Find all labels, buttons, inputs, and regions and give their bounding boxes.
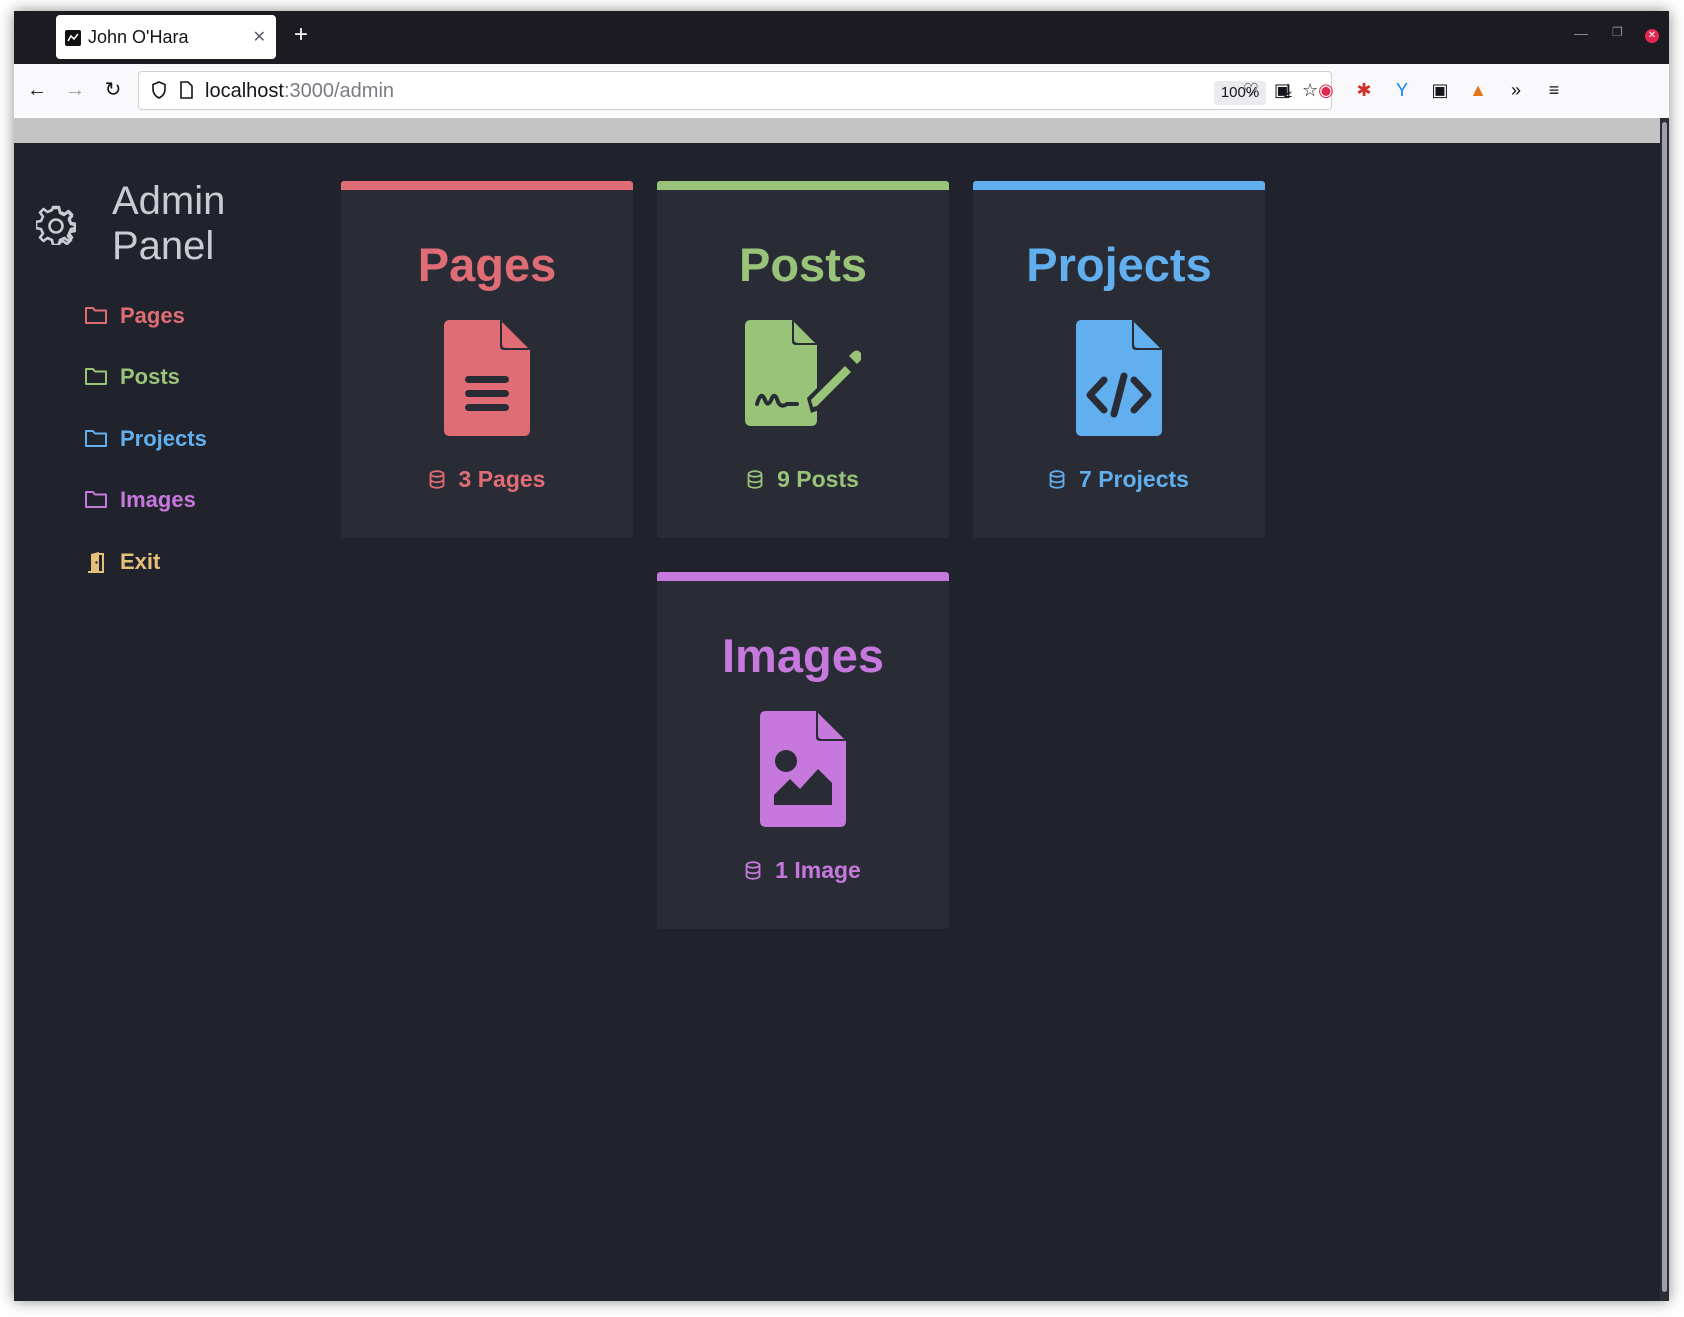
card-accent-bar [657, 181, 949, 190]
brand-line-1: Admin [112, 179, 226, 223]
card-images[interactable]: Images 1 Image [657, 572, 949, 929]
tab-close-icon[interactable]: ✕ [253, 27, 266, 47]
sidebar-item-label: Projects [120, 426, 207, 451]
file-code-icon [1076, 320, 1162, 436]
screenshot-extension-icon[interactable]: ◉ [1314, 78, 1338, 102]
folder-icon [85, 368, 107, 385]
folder-icon [85, 307, 107, 324]
metamask-fox-icon[interactable]: ▲ [1466, 78, 1490, 102]
file-lines-icon [444, 320, 530, 436]
reload-icon[interactable]: ↻ [100, 77, 126, 103]
card-count: 1 Image [657, 857, 949, 884]
folder-icon [85, 491, 107, 508]
new-tab-icon[interactable]: + [294, 23, 308, 47]
extension-blue-icon[interactable]: Y [1390, 78, 1414, 102]
sidebar-item-label: Posts [120, 364, 180, 389]
card-count-label: 9 Posts [777, 466, 859, 492]
card-count-label: 3 Pages [458, 466, 546, 492]
brand-title: Admin Panel [112, 179, 225, 269]
scrollbar[interactable] [1660, 118, 1669, 1301]
pocket-icon[interactable]: ♡ [1239, 78, 1263, 102]
restore-icon[interactable]: ❐ [1612, 25, 1623, 39]
minimize-icon[interactable]: — [1574, 25, 1588, 41]
sidebar-item-label: Exit [120, 549, 161, 574]
card-count-label: 7 Projects [1079, 466, 1189, 492]
card-title: Posts [739, 238, 867, 291]
window-close-icon[interactable]: ✕ [1645, 29, 1659, 43]
sidebar-item-label: Pages [120, 303, 185, 328]
file-signature-icon [745, 320, 861, 426]
card-accent-bar [973, 181, 1265, 190]
card-count-label: 1 Image [775, 857, 861, 883]
browser-tab[interactable]: John O'Hara ✕ [56, 15, 276, 59]
tab-bar: John O'Hara ✕ + — ❐ ✕ [14, 11, 1669, 64]
scroll-thumb[interactable] [1662, 122, 1667, 1292]
card-count: 9 Posts [657, 466, 949, 493]
page-icon [180, 81, 193, 99]
back-icon[interactable]: ← [24, 77, 50, 103]
card-count: 3 Pages [341, 466, 633, 493]
extension-red-icon[interactable]: ✱ [1352, 78, 1376, 102]
navigation-bar: ← → ↻ localhost:3000/admin 100% ▣ ☆ ♡ ⤓ … [14, 64, 1669, 118]
card-title: Images [722, 629, 884, 682]
database-icon [745, 861, 761, 880]
card-title: Pages [417, 238, 557, 291]
address-bar[interactable]: localhost:3000/admin 100% ▣ ☆ [138, 71, 1332, 110]
folder-icon [85, 430, 107, 447]
browser-window: John O'Hara ✕ + — ❐ ✕ ← → ↻ localhost:30… [14, 11, 1669, 1301]
card-accent-bar [341, 181, 633, 190]
database-icon [1049, 470, 1065, 489]
door-exit-icon [88, 552, 104, 573]
favicon-icon [65, 30, 81, 46]
card-posts[interactable]: Posts 9 Posts [657, 181, 949, 538]
card-pages[interactable]: Pages 3 Pages [341, 181, 633, 538]
file-image-icon [760, 711, 846, 827]
database-icon [429, 470, 444, 489]
overflow-chevron-icon[interactable]: » [1504, 78, 1528, 102]
forward-icon[interactable]: → [62, 77, 88, 103]
card-projects[interactable]: Projects 7 Projects [973, 181, 1265, 538]
card-count: 7 Projects [973, 466, 1265, 493]
download-icon[interactable]: ⤓ [1276, 78, 1300, 102]
page-top-strip [14, 118, 1669, 143]
shield-icon [152, 81, 166, 99]
extension-monitor-icon[interactable]: ▣ [1428, 78, 1452, 102]
menu-icon[interactable]: ≡ [1542, 78, 1566, 102]
card-title: Projects [1026, 238, 1212, 291]
url-text[interactable]: localhost:3000/admin [205, 80, 394, 103]
database-icon [747, 470, 763, 489]
gear-icon [36, 205, 76, 245]
sidebar-item-label: Images [120, 487, 196, 512]
brand-line-2: Panel [112, 224, 215, 268]
card-accent-bar [657, 572, 949, 581]
tab-title: John O'Hara [88, 27, 189, 47]
